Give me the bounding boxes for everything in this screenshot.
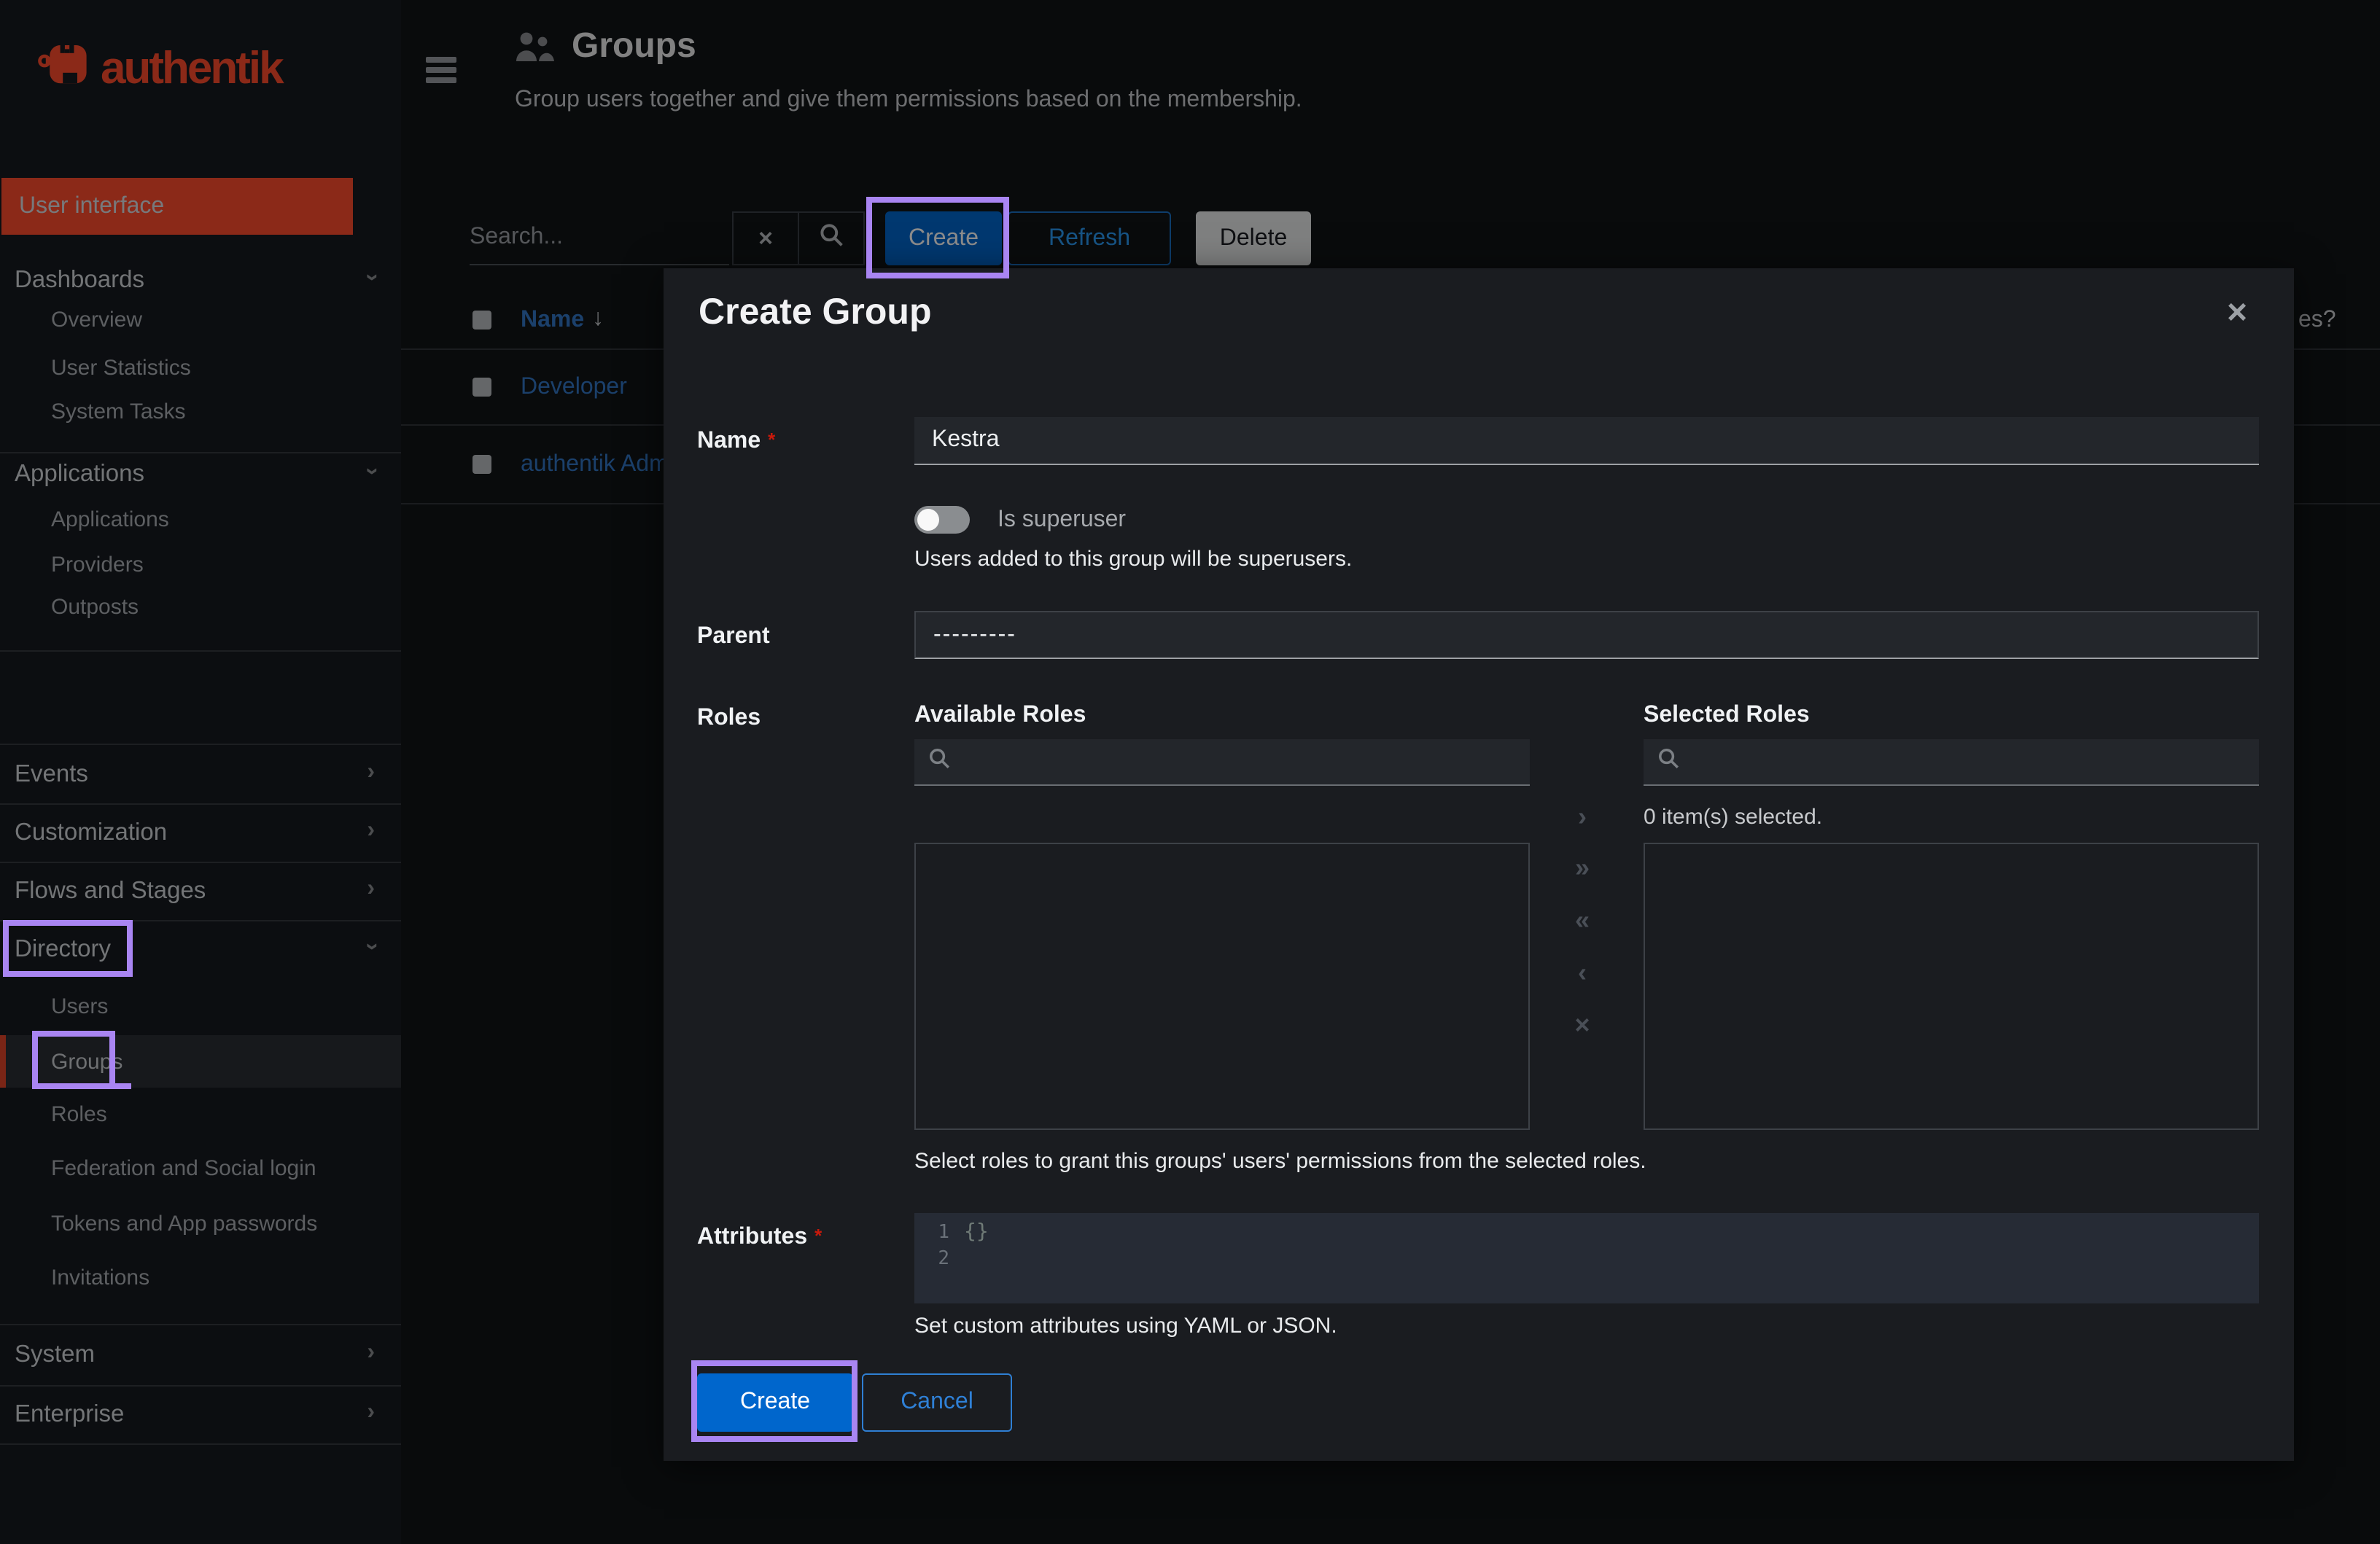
superuser-help-text: Users added to this group will be superu… <box>914 547 1353 572</box>
parent-select[interactable]: --------- <box>914 611 2259 659</box>
search-icon <box>928 746 951 777</box>
close-icon: × <box>2226 293 2247 332</box>
annotation-box-groups <box>32 1031 115 1089</box>
app-root: authentik User interface Dashboards › Ov… <box>0 0 2380 1544</box>
x-icon: × <box>1574 1010 1590 1039</box>
double-chevron-right-icon: » <box>1574 852 1590 881</box>
editor-content: {} <box>964 1220 989 1244</box>
available-roles-listbox[interactable] <box>914 843 1530 1130</box>
editor-line-number: 1 <box>938 1222 949 1244</box>
create-group-modal: Create Group × Name* Is superuser Users … <box>664 268 2294 1461</box>
selected-roles-heading: Selected Roles <box>1644 703 1810 728</box>
toggle-knob <box>917 509 939 531</box>
chevron-right-icon: › <box>1578 801 1587 830</box>
annotation-box-directory <box>3 920 133 977</box>
annotation-box-groups-tail <box>115 1083 131 1089</box>
move-all-left-button[interactable]: « <box>1553 904 1611 936</box>
attributes-label: Attributes * <box>697 1225 822 1249</box>
annotation-box-create-toolbar <box>866 197 1009 278</box>
selected-roles-listbox[interactable] <box>1644 843 2259 1130</box>
modal-close-button[interactable]: × <box>2212 289 2262 338</box>
selected-roles-search[interactable] <box>1644 739 2259 786</box>
name-label: Name * <box>697 429 776 453</box>
roles-label: Roles <box>697 706 761 730</box>
search-icon <box>1657 746 1680 777</box>
move-all-right-button[interactable]: » <box>1553 851 1611 884</box>
move-right-button[interactable]: › <box>1553 800 1611 833</box>
modal-cancel-button[interactable]: Cancel <box>862 1373 1012 1432</box>
available-roles-search[interactable] <box>914 739 1530 786</box>
roles-help-text: Select roles to grant this groups' users… <box>914 1149 1646 1174</box>
attributes-code-editor[interactable]: 1 2 {} <box>914 1213 2259 1303</box>
name-field[interactable] <box>914 417 2259 465</box>
remove-selection-button[interactable]: × <box>1553 1009 1611 1041</box>
parent-label: Parent <box>697 624 770 649</box>
move-left-button[interactable]: ‹ <box>1553 956 1611 989</box>
required-asterisk: * <box>768 429 776 451</box>
required-asterisk: * <box>814 1225 822 1247</box>
annotation-box-create-modal <box>691 1360 858 1442</box>
is-superuser-toggle[interactable] <box>914 506 970 534</box>
double-chevron-left-icon: « <box>1574 905 1590 934</box>
modal-title: Create Group <box>699 292 932 332</box>
editor-line-number: 2 <box>938 1248 949 1270</box>
is-superuser-label[interactable]: Is superuser <box>998 507 1126 534</box>
attributes-help-text: Set custom attributes using YAML or JSON… <box>914 1314 1337 1338</box>
available-roles-heading: Available Roles <box>914 703 1086 728</box>
chevron-left-icon: ‹ <box>1578 957 1587 986</box>
selected-count-text: 0 item(s) selected. <box>1644 805 1823 830</box>
